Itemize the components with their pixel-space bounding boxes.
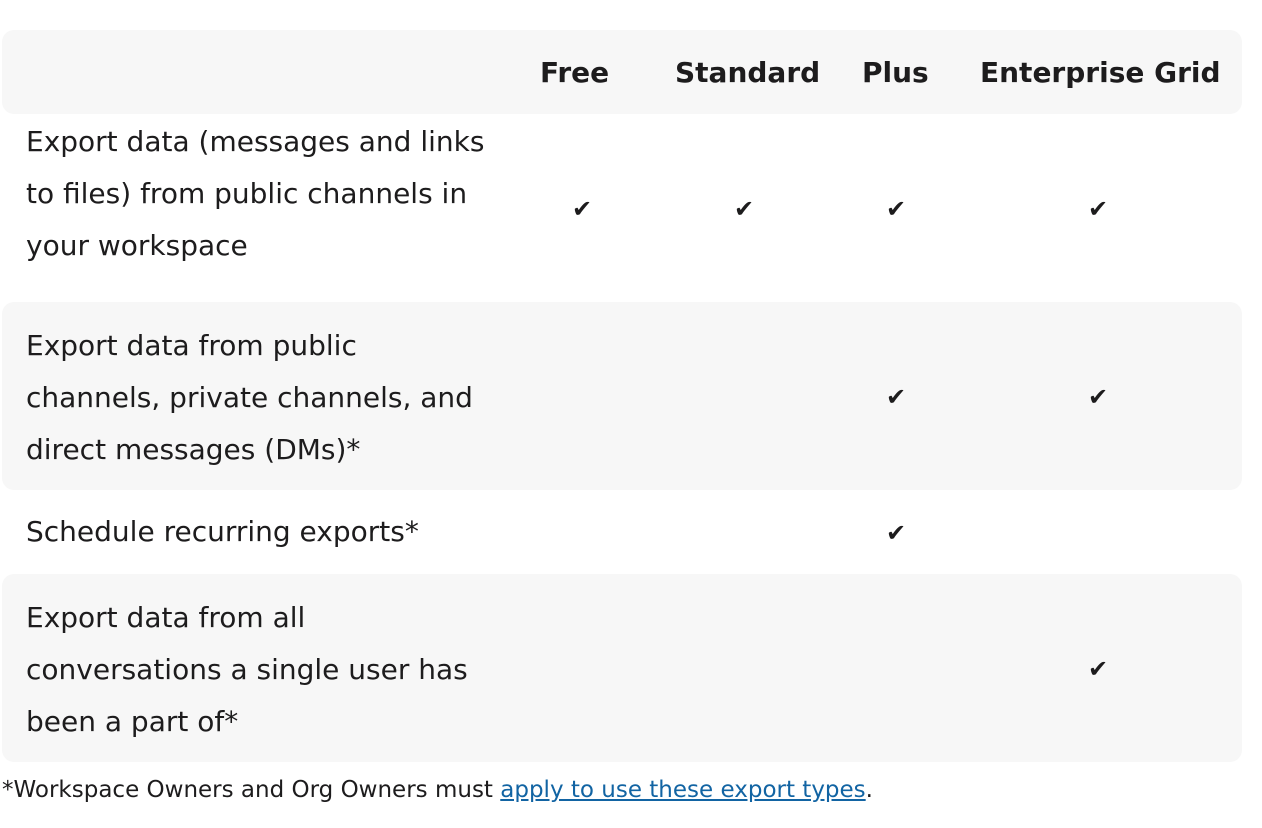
feature-label: Export data from all conversations a sin… (26, 601, 468, 738)
table-row: Export data from all conversations a sin… (2, 574, 1242, 762)
footnote-suffix: . (865, 777, 873, 803)
check-icon: ✔ (885, 519, 907, 547)
table-row: Schedule recurring exports* ✔ (2, 490, 1242, 574)
footnote-prefix: *Workspace Owners and Org Owners must (2, 777, 501, 803)
table-header-row: Free Standard Plus Enterprise Grid (2, 30, 1242, 114)
table-row: Export data (messages and links to files… (2, 114, 1242, 302)
check-icon: ✔ (733, 195, 755, 223)
column-header-plus: Plus (862, 56, 929, 89)
check-icon: ✔ (1087, 195, 1109, 223)
column-header-standard: Standard (675, 56, 821, 89)
check-icon: ✔ (1087, 655, 1109, 683)
check-icon: ✔ (885, 383, 907, 411)
apply-export-types-link[interactable]: apply to use these export types (500, 777, 865, 803)
column-header-free: Free (540, 56, 610, 89)
plan-comparison-table: Free Standard Plus Enterprise Grid Expor… (2, 30, 1242, 762)
feature-label: Schedule recurring exports* (26, 515, 419, 548)
feature-label: Export data (messages and links to files… (26, 125, 485, 262)
column-header-enterprise-grid: Enterprise Grid (980, 56, 1221, 89)
check-icon: ✔ (885, 195, 907, 223)
feature-label: Export data from public channels, privat… (26, 329, 473, 466)
footnote: *Workspace Owners and Org Owners must ap… (2, 772, 873, 808)
check-icon: ✔ (1087, 383, 1109, 411)
table-row: Export data from public channels, privat… (2, 302, 1242, 490)
check-icon: ✔ (571, 195, 593, 223)
